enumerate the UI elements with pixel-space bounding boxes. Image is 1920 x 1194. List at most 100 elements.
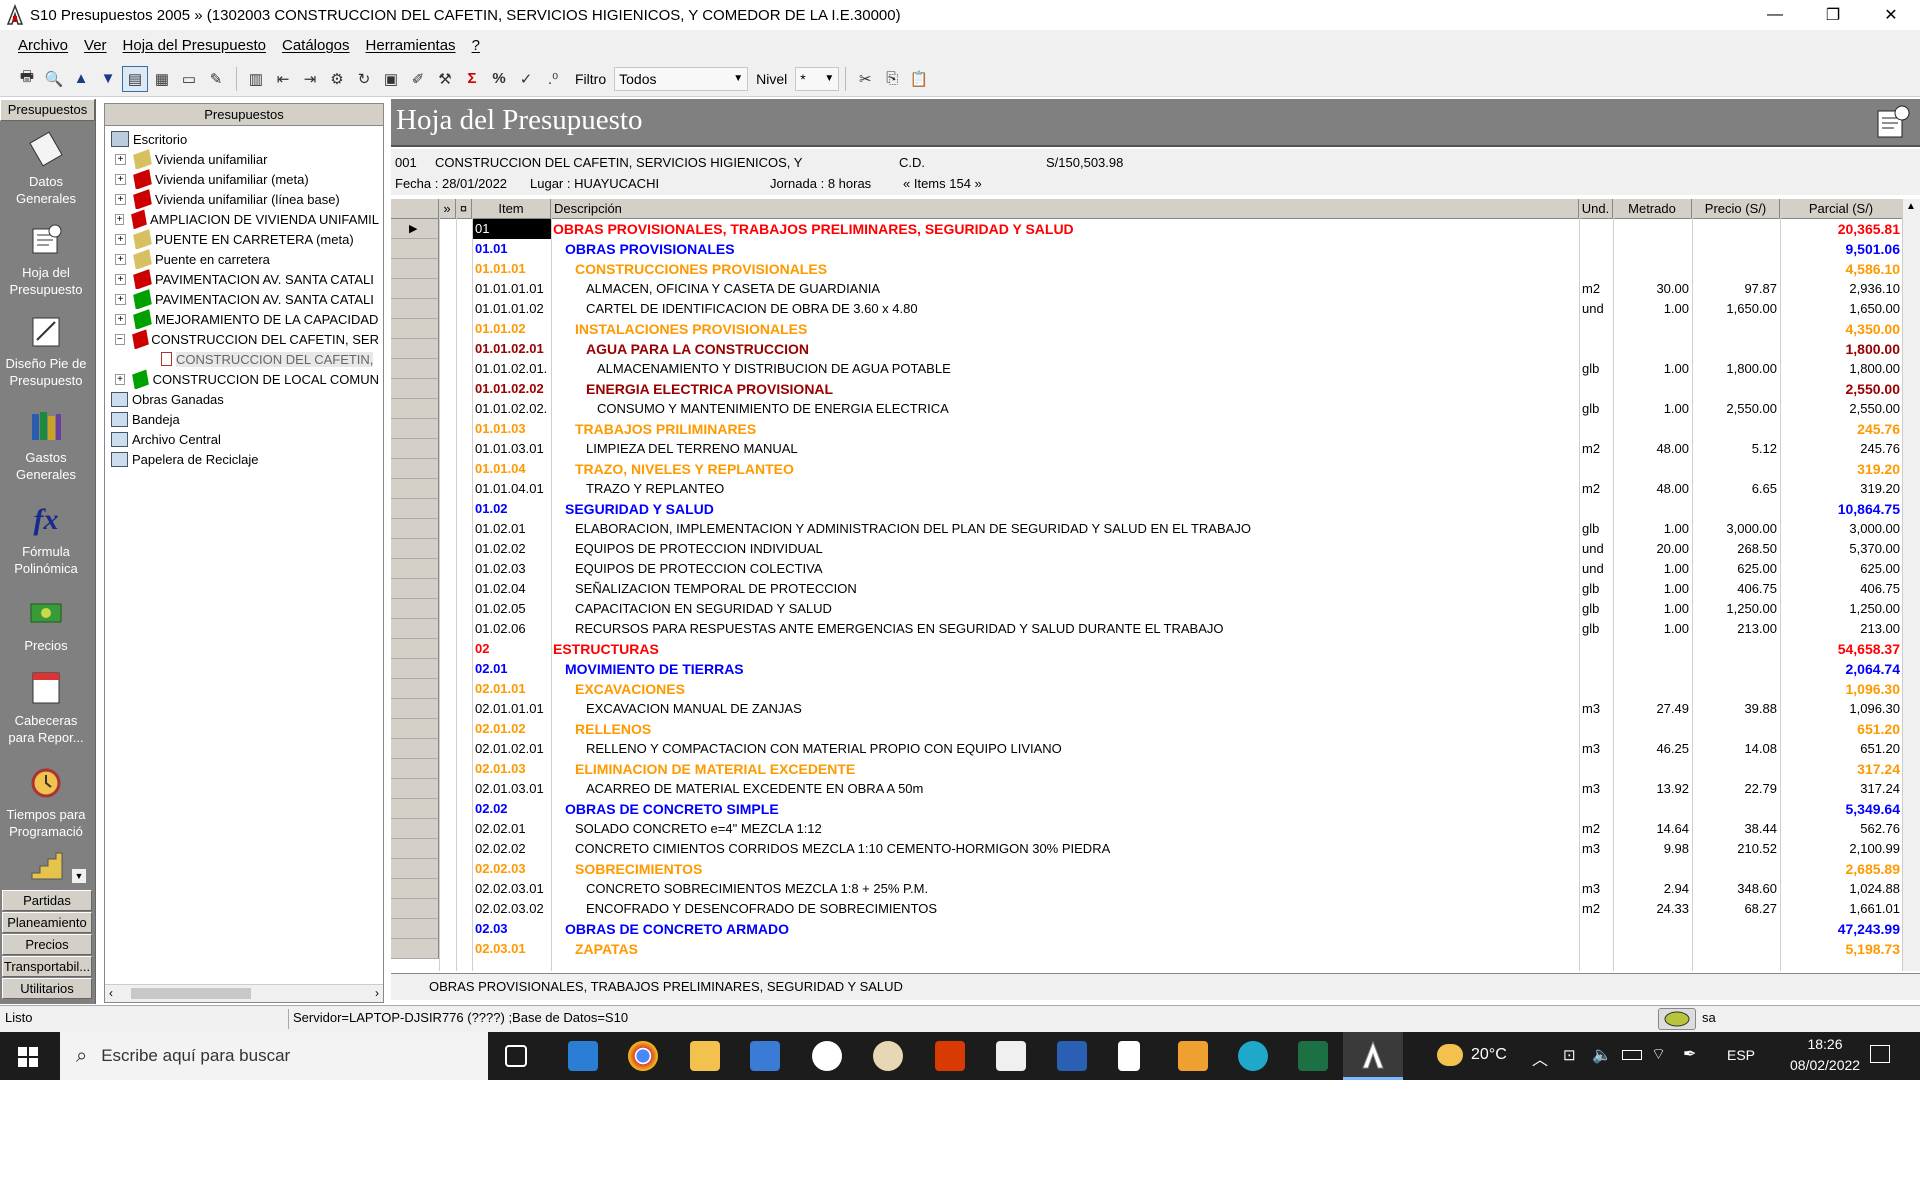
row-selector[interactable] <box>391 459 439 479</box>
table-row[interactable]: 01.01.01.02 CARTEL DE IDENTIFICACION DE O… <box>391 299 1911 319</box>
table-row[interactable]: 02.02.02 CONCRETO CIMIENTOS CORRIDOS MEZC… <box>391 839 1911 859</box>
tab-transportabilidad[interactable]: Transportabil... <box>2 956 92 977</box>
row-selector[interactable] <box>391 859 439 879</box>
row-selector[interactable] <box>391 559 439 579</box>
chevron-down-icon[interactable]: ▼ <box>72 869 86 883</box>
restore-button[interactable]: ❐ <box>1804 0 1862 30</box>
menu-help[interactable]: ? <box>472 37 480 54</box>
row-selector[interactable] <box>391 619 439 639</box>
sidebar-item-gastos-generales[interactable]: Gastos Generales <box>0 405 92 483</box>
dell-icon[interactable] <box>1057 1041 1087 1071</box>
task-view-icon[interactable] <box>505 1045 527 1067</box>
tree-item-bandeja[interactable]: Bandeja <box>111 409 180 429</box>
row-selector[interactable] <box>391 799 439 819</box>
minimize-button[interactable]: — <box>1746 0 1804 30</box>
table-row[interactable]: 02.01.03 ELIMINACION DE MATERIAL EXCEDENT… <box>391 759 1911 779</box>
row-selector[interactable]: ▶ <box>391 219 439 239</box>
row-selector[interactable] <box>391 439 439 459</box>
expand-icon[interactable]: + <box>115 213 125 225</box>
tree-node[interactable]: + PUENTE EN CARRETERA (meta) <box>115 229 379 249</box>
row-selector[interactable] <box>391 319 439 339</box>
tree-node[interactable]: + Vivienda unifamiliar (línea base) <box>115 189 379 209</box>
row-selector[interactable] <box>391 299 439 319</box>
table-row[interactable]: 02.01.02.01 RELLENO Y COMPACTACION CON MA… <box>391 739 1911 759</box>
row-selector[interactable] <box>391 499 439 519</box>
row-selector[interactable] <box>391 759 439 779</box>
table-row[interactable]: 01.01.02.01. ALMACENAMIENTO Y DISTRIBUCIO… <box>391 359 1911 379</box>
col-parcial[interactable]: Parcial (S/) <box>1780 199 1903 219</box>
chevron-up-icon[interactable]: ︿ <box>1532 1046 1548 1070</box>
table-row[interactable]: 01.01.04.01 TRAZO Y REPLANTEO m2 48.00 6.65 3… <box>391 479 1911 499</box>
arrow-up-icon[interactable]: ▲ <box>68 66 94 92</box>
tree-root-escritorio[interactable]: Escritorio <box>111 129 187 149</box>
refresh-icon[interactable]: ↻ <box>351 66 377 92</box>
grid-vertical-scrollbar[interactable]: ▲ <box>1902 199 1920 971</box>
row-selector[interactable] <box>391 359 439 379</box>
row-selector[interactable] <box>391 579 439 599</box>
row-selector[interactable] <box>391 879 439 899</box>
check-icon[interactable]: ✓ <box>513 66 539 92</box>
filtro-select[interactable]: Todos ▼ <box>614 66 749 91</box>
sidebar-item-hoja-presupuesto[interactable]: Hoja del Presupuesto <box>0 220 92 298</box>
row-selector[interactable] <box>391 919 439 939</box>
table-row[interactable]: 02.02.01 SOLADO CONCRETO e=4" MEZCLA 1:12… <box>391 819 1911 839</box>
indent-icon[interactable]: ⇥ <box>297 66 323 92</box>
table-row[interactable]: 01.01.04 TRAZO, NIVELES Y REPLANTEO 319.20 <box>391 459 1911 479</box>
row-selector[interactable] <box>391 719 439 739</box>
expand-icon[interactable]: + <box>115 253 126 265</box>
row-selector[interactable] <box>391 479 439 499</box>
table-row[interactable]: 02.02.03 SOBRECIMIENTOS 2,685.89 <box>391 859 1911 879</box>
expand-icon[interactable]: + <box>115 233 126 245</box>
table-row[interactable]: 02.01.03.01 ACARREO DE MATERIAL EXCEDENTE… <box>391 779 1911 799</box>
table-icon[interactable]: ▣ <box>378 66 404 92</box>
row-selector[interactable] <box>391 839 439 859</box>
row-selector[interactable] <box>391 379 439 399</box>
col-und[interactable]: Und. <box>1579 199 1613 219</box>
col-metrado[interactable]: Metrado <box>1613 199 1692 219</box>
document-icon[interactable] <box>1118 1041 1140 1071</box>
tree-node[interactable]: + MEJORAMIENTO DE LA CAPACIDAD <box>115 309 379 329</box>
table-row[interactable]: 01.01.02 INSTALACIONES PROVISIONALES 4,350… <box>391 319 1911 339</box>
col-expand[interactable]: » <box>439 199 456 219</box>
decimal-icon[interactable]: .⁰ <box>540 66 566 92</box>
s10-app-icon[interactable] <box>1343 1032 1403 1080</box>
pen-icon[interactable]: ✒ <box>1683 1044 1696 1064</box>
row-selector[interactable] <box>391 259 439 279</box>
expand-icon[interactable]: + <box>115 193 126 205</box>
table-row[interactable]: 02.02.03.02 ENCOFRADO Y DESENCOFRADO DE S… <box>391 899 1911 919</box>
table-row[interactable]: 01.02 SEGURIDAD Y SALUD 10,864.75 <box>391 499 1911 519</box>
sidebar-item-tiempos[interactable]: Tiempos para Programació <box>0 762 92 840</box>
tree-item-obras-ganadas[interactable]: Obras Ganadas <box>111 389 224 409</box>
table-row[interactable]: 02.03.01 ZAPATAS 5,198.73 <box>391 939 1911 959</box>
table-row[interactable]: 01.01.01.01 ALMACEN, OFICINA Y CASETA DE … <box>391 279 1911 299</box>
calc-icon[interactable]: ▦ <box>149 66 175 92</box>
list-icon[interactable]: ▥ <box>243 66 269 92</box>
tools-icon[interactable]: ⚒ <box>432 66 458 92</box>
row-selector[interactable] <box>391 779 439 799</box>
chevron-right-icon[interactable]: › <box>375 986 379 1000</box>
table-row[interactable]: 02.01.01 EXCAVACIONES 1,096.30 <box>391 679 1911 699</box>
table-row[interactable]: 01.02.03 EQUIPOS DE PROTECCION COLECTIVA u… <box>391 559 1911 579</box>
tree-node[interactable]: + CONSTRUCCION DE LOCAL COMUN <box>115 369 379 389</box>
gear-icon[interactable]: ⚙ <box>324 66 350 92</box>
row-selector[interactable] <box>391 939 439 959</box>
col-marker[interactable]: ¤ <box>456 199 472 219</box>
tab-planeamiento[interactable]: Planeamiento <box>2 912 92 933</box>
menu-hoja-presupuesto[interactable]: Hoja del Presupuesto <box>123 37 266 54</box>
chevron-left-icon[interactable]: ‹ <box>109 986 113 1000</box>
edit-icon[interactable]: ✐ <box>405 66 431 92</box>
row-selector[interactable] <box>391 539 439 559</box>
paste-icon[interactable]: 📋 <box>906 66 932 92</box>
table-row[interactable]: 02.02 OBRAS DE CONCRETO SIMPLE 5,349.64 <box>391 799 1911 819</box>
row-selector[interactable] <box>391 659 439 679</box>
network-icon[interactable]: ⊡ <box>1563 1046 1576 1064</box>
table-row[interactable]: 01.01.02.02. CONSUMO Y MANTENIMIENTO DE E… <box>391 399 1911 419</box>
media-player-icon[interactable] <box>1178 1041 1208 1071</box>
row-selector[interactable] <box>391 639 439 659</box>
row-selector[interactable] <box>391 679 439 699</box>
sidebar-header[interactable]: Presupuestos <box>0 99 95 121</box>
table-row[interactable]: 02.01 MOVIMIENTO DE TIERRAS 2,064.74 <box>391 659 1911 679</box>
row-selector[interactable] <box>391 599 439 619</box>
paint-icon[interactable] <box>873 1041 903 1071</box>
table-row[interactable]: 02.02.03.01 CONCRETO SOBRECIMIENTOS MEZCL… <box>391 879 1911 899</box>
